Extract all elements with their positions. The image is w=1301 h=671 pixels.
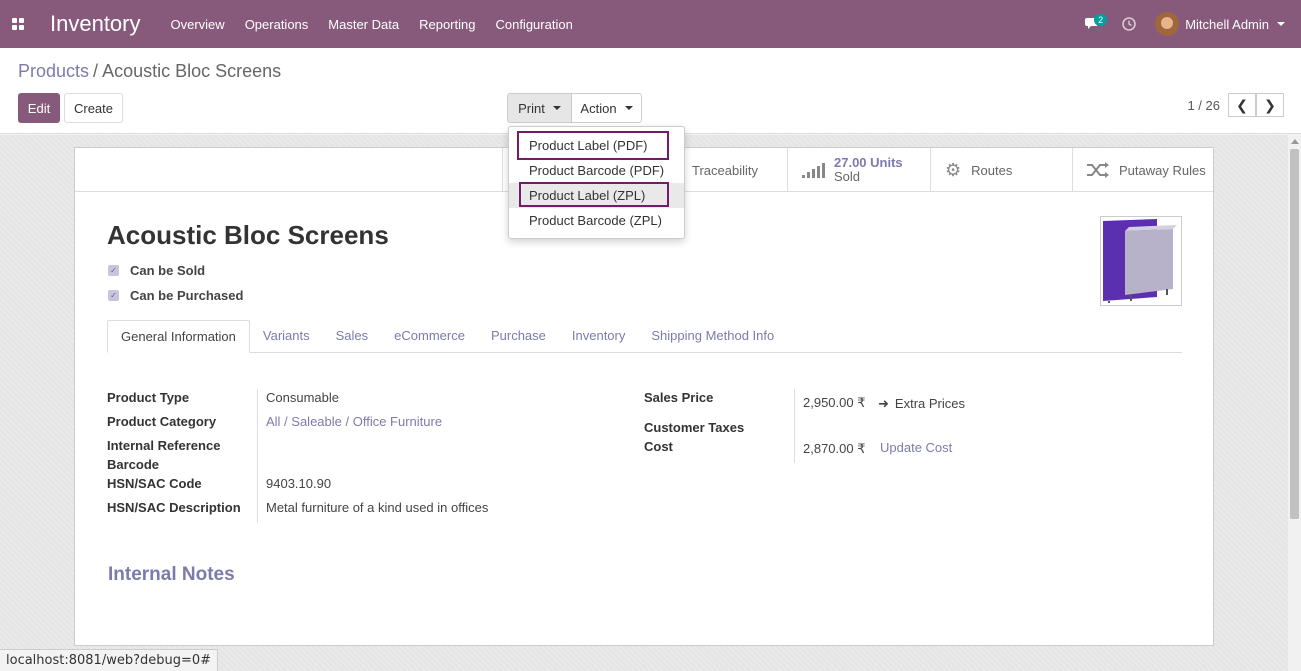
menu-reporting[interactable]: Reporting [409, 17, 485, 32]
can-be-purchased-label: Can be Purchased [130, 288, 244, 303]
traceability-label: Traceability [692, 162, 758, 178]
sales-price-label: Sales Price [644, 390, 714, 405]
breadcrumb: Products / Acoustic Bloc Screens [18, 61, 281, 82]
field-divider [794, 389, 795, 463]
cost-label: Cost [644, 439, 673, 454]
tab-variants[interactable]: Variants [250, 320, 323, 353]
tab-sales[interactable]: Sales [323, 320, 382, 353]
product-name[interactable]: Acoustic Bloc Screens [107, 220, 389, 251]
breadcrumb-current: Acoustic Bloc Screens [102, 61, 282, 81]
control-panel: Products / Acoustic Bloc Screens Edit Crea… [0, 48, 1301, 134]
product-type-label: Product Type [107, 390, 190, 405]
top-navbar: Inventory Overview Operations Master Dat… [0, 0, 1301, 48]
units-sold-value: 27.00 Units [834, 155, 903, 170]
pager-previous-button[interactable]: ❮ [1228, 93, 1256, 117]
chevron-down-icon [552, 106, 561, 110]
chevron-right-icon: ❯ [1264, 96, 1276, 113]
user-menu[interactable]: Mitchell Admin [1147, 12, 1301, 36]
can-be-purchased-row: ✓ Can be Purchased [108, 288, 243, 303]
pager-value[interactable]: 1 / 26 [1187, 98, 1220, 113]
internal-notes-heading: Internal Notes [108, 564, 235, 585]
putaway-label: Putaway Rules [1119, 162, 1206, 178]
edit-button[interactable]: Edit [18, 93, 60, 123]
print-dropdown-menu: Product Label (PDF) Product Barcode (PDF… [508, 126, 685, 239]
chevron-down-icon [624, 106, 633, 110]
pager-next-button[interactable]: ❯ [1256, 93, 1284, 117]
chevron-left-icon: ❮ [1236, 96, 1248, 113]
user-name: Mitchell Admin [1185, 16, 1269, 32]
chevron-down-icon [1277, 22, 1285, 26]
product-photo [1103, 219, 1177, 303]
product-category-label: Product Category [107, 414, 217, 429]
gears-icon: ⚙ [945, 159, 962, 180]
tab-inventory[interactable]: Inventory [559, 320, 638, 353]
sales-price-value[interactable]: 2,950.00 ₹ [803, 395, 866, 411]
avatar [1155, 12, 1180, 36]
scrollbar-thumb[interactable] [1290, 149, 1299, 519]
activity-menu[interactable] [1111, 0, 1147, 48]
arrow-right-icon: ➜ [878, 396, 889, 411]
tab-shipping-method-info[interactable]: Shipping Method Info [638, 320, 787, 353]
cost-value[interactable]: 2,870.00 ₹ [803, 441, 866, 457]
extra-prices-label: Extra Prices [894, 396, 965, 411]
vertical-scrollbar[interactable] [1288, 135, 1301, 671]
can-be-sold-row: ✓ Can be Sold [108, 263, 205, 278]
units-sold-label: Sold [834, 169, 861, 184]
menu-master-data[interactable]: Master Data [318, 17, 409, 32]
print-button[interactable]: Print [507, 93, 572, 123]
messaging-menu[interactable]: 2 [1075, 0, 1111, 48]
clock-icon [1122, 17, 1136, 31]
update-cost-button[interactable]: Update Cost [880, 440, 952, 455]
internal-reference-label: Internal Reference [107, 438, 221, 453]
hsn-code-value[interactable]: 9403.10.90 [266, 476, 331, 491]
barcode-label: Barcode [107, 457, 160, 472]
scroll-up-icon[interactable] [1291, 139, 1299, 144]
tab-purchase[interactable]: Purchase [478, 320, 559, 353]
can-be-sold-checkbox[interactable]: ✓ [108, 265, 119, 276]
notebook-tabs: General Information Variants Sales eComm… [107, 320, 1182, 353]
app-brand[interactable]: Inventory [50, 11, 141, 37]
breadcrumb-products[interactable]: Products [18, 61, 89, 81]
breadcrumb-separator: / [93, 61, 99, 81]
product-type-value[interactable]: Consumable [266, 390, 339, 405]
putaway-rules-button[interactable]: Putaway Rules [1072, 148, 1213, 192]
hsn-description-label: HSN/SAC Description [107, 500, 241, 515]
create-button[interactable]: Create [64, 93, 123, 123]
routes-button[interactable]: ⚙ Routes [930, 148, 1072, 192]
pager: 1 / 26 ❮ ❯ [1187, 93, 1284, 117]
hsn-description-value[interactable]: Metal furniture of a kind used in office… [266, 500, 488, 515]
signal-bars-icon [802, 163, 825, 178]
highlight-box [519, 182, 669, 207]
customer-taxes-label: Customer Taxes [644, 420, 745, 435]
menu-configuration[interactable]: Configuration [485, 17, 582, 32]
hsn-code-label: HSN/SAC Code [107, 476, 202, 491]
product-image[interactable] [1100, 216, 1182, 306]
highlight-box [517, 131, 669, 160]
menu-item-product-barcode-pdf[interactable]: Product Barcode (PDF) [509, 158, 684, 183]
tab-ecommerce[interactable]: eCommerce [381, 320, 478, 353]
tab-general-information[interactable]: General Information [107, 320, 250, 353]
menu-overview[interactable]: Overview [161, 17, 235, 32]
units-sold-button[interactable]: 27.00 Units Sold [787, 148, 930, 192]
action-button[interactable]: Action [571, 93, 642, 123]
product-category-value[interactable]: All / Saleable / Office Furniture [266, 414, 442, 429]
can-be-sold-label: Can be Sold [130, 263, 206, 278]
apps-menu-icon[interactable] [0, 0, 36, 48]
chat-count-badge: 2 [1094, 14, 1108, 26]
menu-operations[interactable]: Operations [235, 17, 319, 32]
extra-prices-button[interactable]: ➜ Extra Prices [878, 396, 965, 412]
print-label: Print [518, 100, 545, 116]
random-icon [1087, 162, 1109, 178]
stat-divider [502, 148, 503, 192]
field-divider [257, 389, 258, 523]
status-url: localhost:8081/web?debug=0# [0, 649, 219, 671]
can-be-purchased-checkbox[interactable]: ✓ [108, 290, 119, 301]
routes-label: Routes [971, 162, 1013, 178]
menu-item-product-barcode-zpl[interactable]: Product Barcode (ZPL) [509, 208, 684, 233]
action-label: Action [580, 100, 617, 116]
